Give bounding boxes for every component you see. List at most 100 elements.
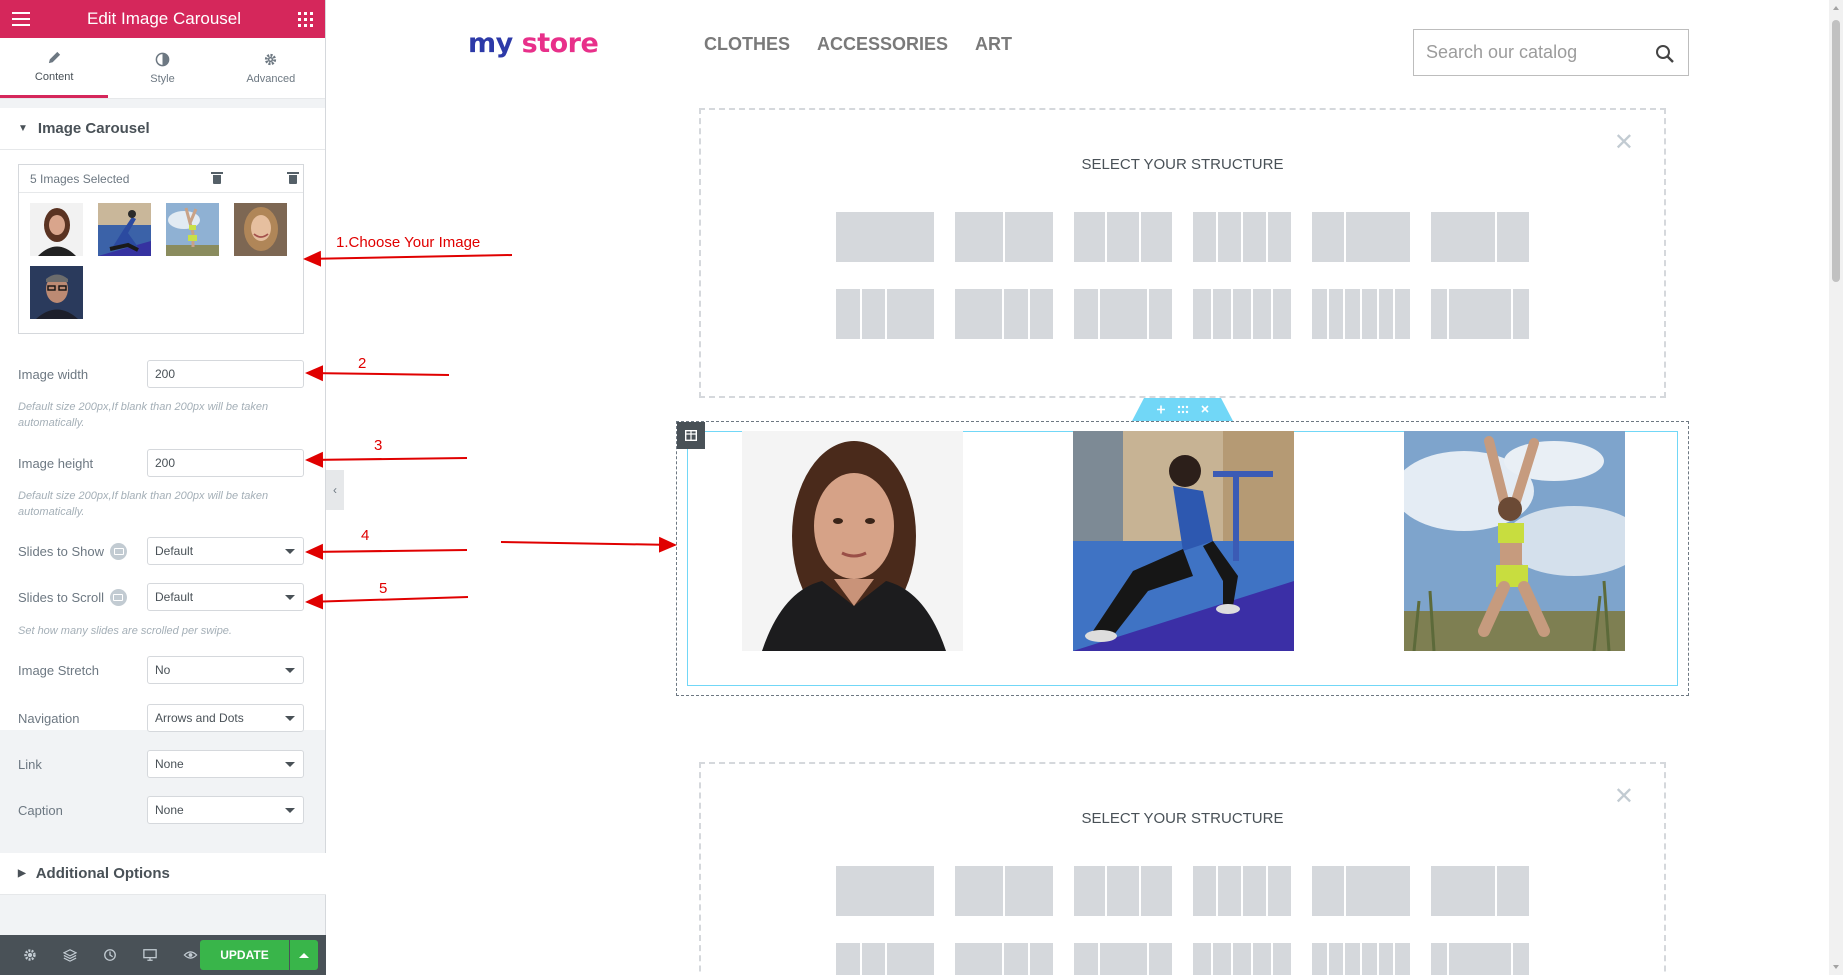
thumb-woman-exercise[interactable] [98,203,151,256]
structure-preset[interactable] [955,289,1053,339]
settings-icon[interactable] [10,935,50,975]
caption-select[interactable]: None [147,796,304,824]
update-options-caret-icon[interactable] [290,940,318,970]
responsive-desktop-icon[interactable] [110,542,127,560]
tab-advanced-label: Advanced [246,72,296,85]
structure-preset[interactable] [836,866,934,916]
image-height-label: Image height [18,455,94,471]
nav-accessories[interactable]: ACCESSORIES [817,34,948,55]
scroll-up-arrow-icon[interactable] [1833,6,1839,10]
structure-preset[interactable] [1193,943,1291,975]
panel-title: Edit Image Carousel [86,9,242,28]
navigation-select[interactable]: Arrows and Dots [147,704,304,732]
tab-advanced[interactable]: Advanced [217,38,325,98]
structure-presets [836,212,1530,339]
section-image-carousel-toggle[interactable]: ▼ Image Carousel [0,108,325,150]
column-handle-icon[interactable] [677,422,705,449]
structure-preset[interactable] [1074,866,1172,916]
image-stretch-row: Image Stretch No [18,656,304,684]
gallery-thumbs[interactable] [19,193,303,319]
navigation-row: Navigation Arrows and Dots [18,704,304,732]
section-handle[interactable] [1132,398,1233,421]
menu-icon[interactable] [12,12,30,26]
structure-preset[interactable] [836,212,934,262]
app: Edit Image Carousel Content Style Advanc… [0,0,1843,975]
tab-style-label: Style [150,72,175,85]
scrollbar-thumb[interactable] [1832,20,1840,282]
annotation-step-2: 2 [358,355,367,372]
slides-to-show-select[interactable]: Default [147,537,304,565]
nav-art[interactable]: ART [975,34,1012,55]
scroll-down-arrow-icon[interactable] [1833,965,1839,969]
additional-options-title: Additional Options [35,865,170,882]
search-input[interactable]: Search our catalog [1413,29,1689,76]
gear-icon [265,53,277,65]
caret-right-icon: ▶ [18,868,26,879]
structure-preset[interactable] [955,212,1053,262]
tab-style[interactable]: Style [108,38,216,98]
image-stretch-select[interactable]: No [147,656,304,684]
responsive-mode-icon[interactable] [130,935,170,975]
image-width-label: Image width [18,366,89,382]
structure-preset[interactable] [1074,943,1172,975]
annotation-step-3: 3 [374,437,383,454]
structure-preset[interactable] [836,289,934,339]
gallery-control: 5 Images Selected [18,164,304,334]
navigator-layers-icon[interactable] [50,935,90,975]
slides-to-show-label-wrap: Slides to Show [18,542,148,560]
structure-preset[interactable] [955,943,1053,975]
thumb-woman-stretch[interactable] [166,203,219,256]
carousel-slide-woman-stretch[interactable] [1404,431,1625,651]
structure-preset[interactable] [1431,289,1530,339]
image-height-row: Image height 200 [18,449,304,477]
link-row: Link None [18,750,304,778]
structure-preset[interactable] [1074,289,1172,339]
structure-preset[interactable] [1312,866,1410,916]
structure-preset[interactable] [1193,866,1291,916]
store-logo[interactable]: my store [468,28,599,59]
slides-to-scroll-label: Slides to Scroll [18,589,104,605]
close-icon[interactable]: ✕ [1614,782,1634,811]
structure-preset[interactable] [1431,943,1530,975]
thumb-woman-smiling[interactable] [234,203,287,256]
collapse-panel-chevron-icon[interactable]: ‹ [326,470,344,510]
slides-to-scroll-row: Slides to Scroll Default [18,583,304,611]
structure-preset[interactable] [1312,943,1411,975]
structure-preset[interactable] [1193,289,1291,339]
page-scrollbar[interactable] [1829,0,1843,975]
structure-preset[interactable] [1312,289,1411,339]
update-button[interactable]: UPDATE [200,940,289,970]
tab-content[interactable]: Content [0,38,109,98]
link-select[interactable]: None [147,750,304,778]
trash-icon[interactable] [211,172,223,184]
history-icon[interactable] [90,935,130,975]
structure-preset[interactable] [1431,212,1529,262]
widgets-grid-icon[interactable] [298,11,313,27]
caret-down-icon: ▼ [18,123,28,134]
structure-preset[interactable] [1193,212,1291,262]
slides-to-scroll-select[interactable]: Default [147,583,304,611]
close-icon[interactable]: ✕ [1614,128,1634,157]
thumb-woman-portrait[interactable] [30,203,83,256]
structure-title: SELECT YOUR STRUCTURE [1081,156,1284,173]
carousel-slide-woman-exercise[interactable] [1073,431,1294,651]
search-icon[interactable] [1655,44,1675,64]
structure-preset[interactable] [836,943,934,975]
image-height-input[interactable]: 200 [147,449,304,477]
structure-preset[interactable] [1431,866,1529,916]
carousel-slide-woman-portrait[interactable] [742,431,963,651]
store-nav: CLOTHES ACCESSORIES ART [704,34,1012,55]
section-additional-options-toggle[interactable]: ▶ Additional Options [0,853,326,895]
thumb-man-glasses[interactable] [30,266,83,319]
annotation-step-1: 1.Choose Your Image [336,234,481,251]
structure-preset[interactable] [955,866,1053,916]
navigation-label: Navigation [18,710,80,726]
trash-icon[interactable] [287,172,299,184]
section-title: Image Carousel [37,120,150,137]
nav-clothes[interactable]: CLOTHES [704,34,790,55]
logo-store: store [521,28,599,59]
structure-preset[interactable] [1312,212,1410,262]
structure-preset[interactable] [1074,212,1172,262]
responsive-desktop-icon[interactable] [109,588,127,606]
image-width-input[interactable]: 200 [147,360,304,388]
